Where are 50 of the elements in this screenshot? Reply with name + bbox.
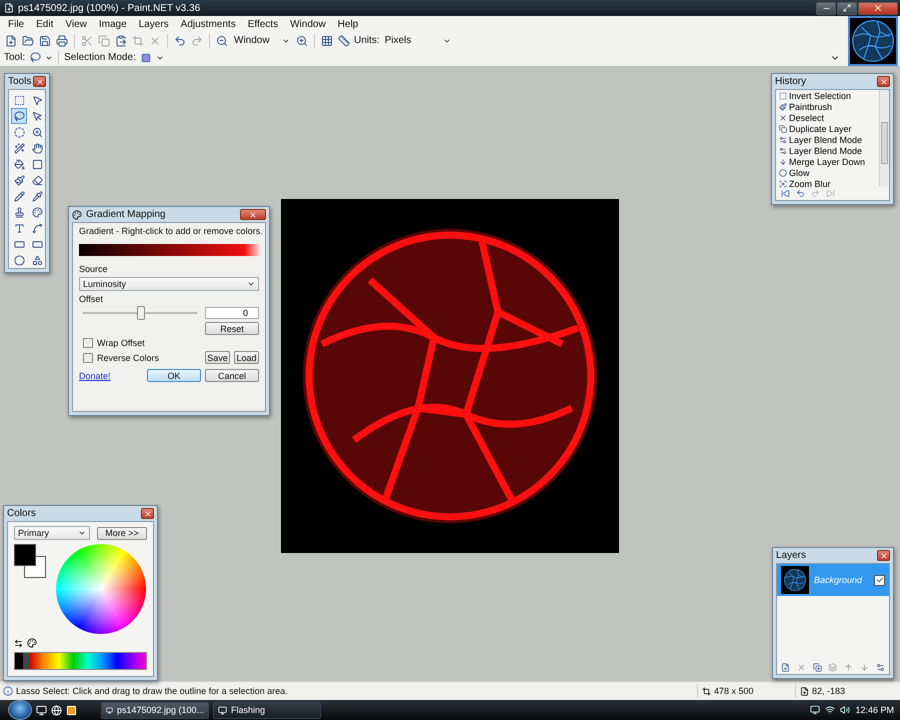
menu-item[interactable]: File — [2, 18, 30, 30]
history-item[interactable]: Glow — [779, 167, 878, 178]
panel-title: Colors — [7, 508, 36, 519]
menu-item[interactable]: Window — [284, 18, 332, 30]
status-text: Lasso Select: Click and drag to draw the outline for a selection area. — [16, 686, 289, 696]
load-button[interactable]: Load — [234, 351, 259, 364]
history-item[interactable]: Merge Layer Down — [779, 156, 878, 167]
image-size: 478 x 500 — [714, 686, 754, 696]
more-button[interactable]: More >> — [97, 526, 147, 540]
selection-mode-label: Selection Mode: — [64, 52, 136, 63]
cursor-position: 82, -183 — [812, 686, 846, 696]
clock: 12:46 PM — [855, 705, 894, 715]
offset-field[interactable]: 0 — [205, 307, 259, 319]
zoom-dropdown[interactable]: Window — [232, 34, 292, 48]
menu-item[interactable]: View — [59, 18, 93, 30]
menu-item[interactable]: Effects — [242, 18, 284, 30]
panel-title: Tools — [8, 76, 32, 87]
history-item[interactable]: Invert Selection — [779, 90, 878, 101]
save-button[interactable]: Save — [205, 351, 230, 364]
taskbar-button[interactable]: ps1475092.jpg (100... — [101, 702, 209, 718]
history-item[interactable]: Paintbrush — [779, 101, 878, 112]
taskbar-button[interactable]: Flashing — [213, 702, 321, 718]
menu-item[interactable]: Help — [332, 18, 364, 30]
tool-label: Tool: — [4, 52, 26, 63]
history-item[interactable]: Layer Blend Mode — [779, 145, 878, 156]
donate-link[interactable]: Donate! — [79, 370, 111, 380]
cancel-button[interactable]: Cancel — [205, 369, 259, 382]
history-item[interactable]: Zoom Blur — [779, 178, 878, 189]
checkbox-label: Reverse Colors — [97, 352, 160, 362]
panel-title: History — [775, 76, 806, 87]
history-item[interactable]: Layer Blend Mode — [779, 134, 878, 145]
menu-item[interactable]: Edit — [30, 18, 60, 30]
source-dropdown[interactable]: Luminosity — [79, 277, 259, 291]
offset-label: Offset — [79, 294, 104, 304]
history-item[interactable]: Deselect — [779, 112, 878, 123]
units-dropdown[interactable]: Pixels — [382, 34, 453, 48]
units-label: Units: — [354, 35, 380, 46]
reset-button[interactable]: Reset — [205, 322, 259, 335]
dialog-title: Gradient Mapping — [86, 209, 166, 220]
menu-item[interactable]: Layers — [132, 18, 175, 30]
checkbox-label: Wrap Offset — [97, 338, 145, 348]
window-title: ps1475092.jpg (100%) - Paint.NET v3.36 — [18, 2, 200, 14]
panel-title: Layers — [776, 550, 806, 561]
layer-name: Background — [814, 575, 864, 585]
ok-button[interactable]: OK — [147, 369, 201, 382]
menu-item[interactable]: Adjustments — [174, 18, 242, 30]
source-label: Source — [79, 264, 109, 274]
color-mode-dropdown[interactable]: Primary — [14, 526, 90, 540]
menu-item[interactable]: Image — [92, 18, 133, 30]
history-item[interactable]: Duplicate Layer — [779, 123, 878, 134]
